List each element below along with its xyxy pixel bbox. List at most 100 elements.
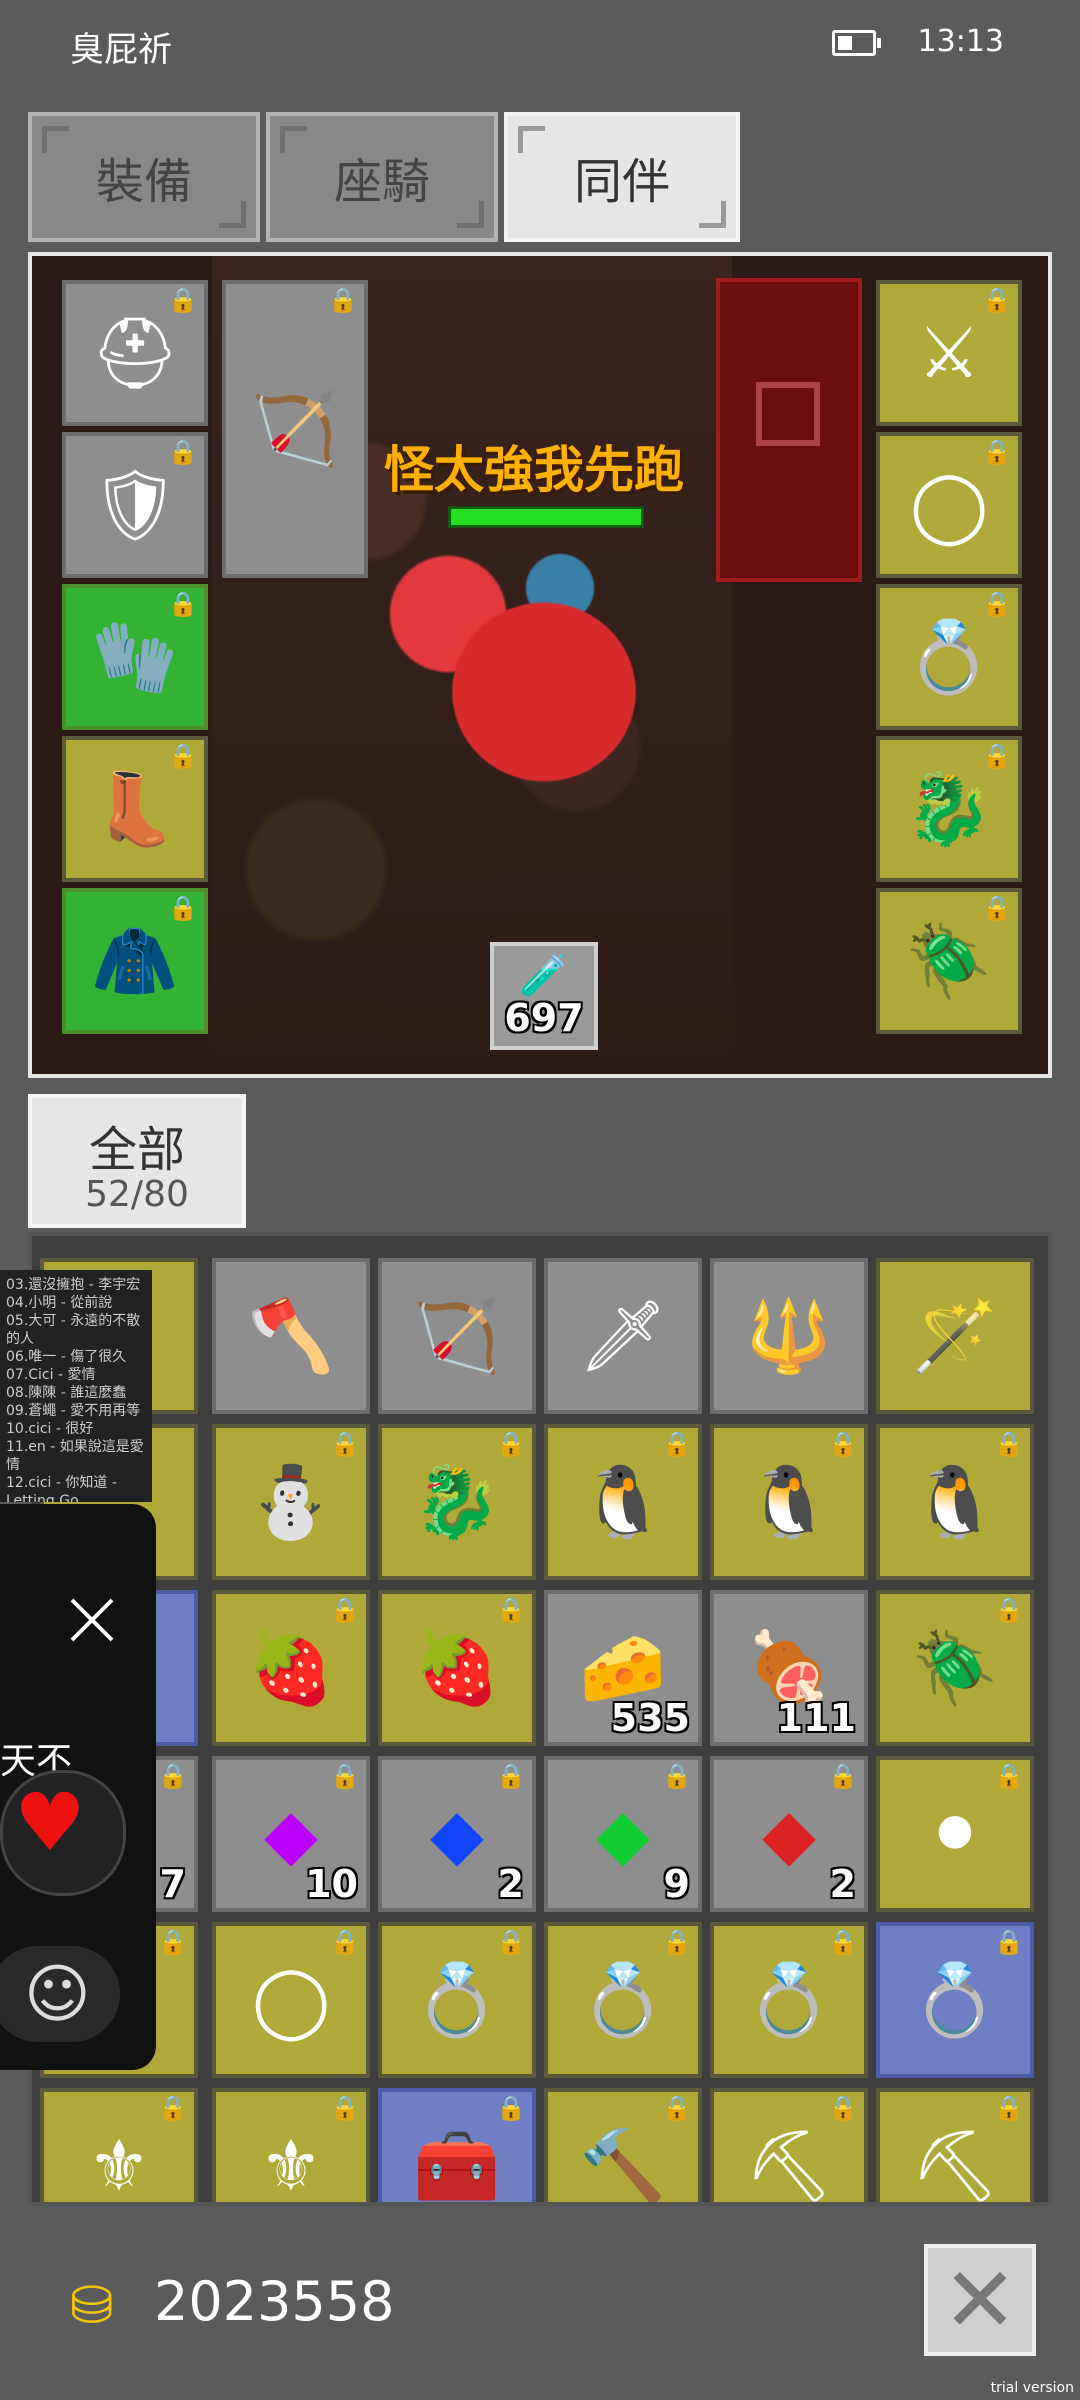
gold-amount: 2023558 — [154, 2270, 395, 2333]
inventory-slot[interactable]: 🔒 ◆ 2 — [710, 1756, 868, 1912]
equipment-panel: 🔒 ⛑ 🔒 🛡 🔒 🧤 🔒 👢 🔒 🧥 🔒 🏹 怪太強我先跑 🔒 ⚔ 🔒 ◯ 🔒 💍 🔒 🐉 🔒 🪲 … — [28, 252, 1052, 1078]
blue-gem-icon: ◆ — [430, 1793, 484, 1875]
pick-icon: ⛏ — [910, 2125, 1000, 2206]
black-ring-icon: ⚫ — [925, 1793, 985, 1875]
penguin-icon: 🐧 — [579, 1461, 667, 1543]
equip-slot-weapon[interactable]: 🔒 🏹 — [222, 280, 368, 578]
heart-icon: ♥ — [14, 1776, 86, 1869]
inventory-slot[interactable]: 🗡 — [544, 1258, 702, 1414]
tab-mount-label: 座騎 — [333, 154, 430, 210]
horned-helm-icon: ⚔ — [917, 312, 981, 394]
dragon-mount — [384, 536, 704, 796]
inventory-slot[interactable]: 🪓 — [212, 1258, 370, 1414]
item-count: 2 — [829, 1862, 856, 1906]
close-button[interactable]: ✕ — [924, 2244, 1036, 2356]
scarab-icon: 🪲 — [911, 1627, 999, 1709]
inventory-slot[interactable]: 🔒 🐧 — [544, 1424, 702, 1580]
filter-tab-all[interactable]: 全部 52/80 — [28, 1094, 246, 1228]
equip-slot-scarab[interactable]: 🔒 🪲 — [876, 888, 1022, 1034]
inventory-slot[interactable]: 🔒 💍 — [710, 1922, 868, 2078]
red-gem-icon: ◆ — [762, 1793, 816, 1875]
inventory-slot[interactable]: 🔒 ⛏ — [710, 2088, 868, 2202]
helmet-icon: ⛑ — [90, 312, 180, 394]
meat-icon: 🍖 — [745, 1627, 833, 1709]
inventory-slot[interactable]: 🔒 💍 — [544, 1922, 702, 2078]
inventory-slot[interactable]: 🧀 535 — [544, 1590, 702, 1746]
inventory-slot[interactable]: 🔒 🐉 — [378, 1424, 536, 1580]
equip-slot-cape[interactable]: 🔒 🧥 — [62, 888, 208, 1034]
inventory-slot[interactable]: 🔒 🐧 — [876, 1424, 1034, 1580]
battery-icon — [832, 30, 881, 56]
gloves-icon: 🧤 — [91, 616, 179, 698]
purple-ring-icon: 💍 — [413, 1959, 501, 2041]
trident-icon: 🔱 — [745, 1295, 833, 1377]
tab-companion[interactable]: 同伴 — [504, 112, 740, 242]
scarab-icon: 🪲 — [905, 920, 993, 1002]
inventory-slot[interactable]: 🔒 🔨 — [544, 2088, 702, 2202]
wand-icon: 🪄 — [911, 1295, 999, 1377]
inventory-slot[interactable]: 🔒 🍓 — [378, 1590, 536, 1746]
music-widget-card[interactable]: 03.還沒擁抱 - 李宇宏 04.小明 - 從前說 05.大可 - 永遠的不散的… — [0, 1270, 152, 1502]
inventory-slot[interactable]: 🔒◯ — [212, 1922, 370, 2078]
penguin-icon: 🐧 — [911, 1461, 999, 1543]
item-count: 7 — [159, 1862, 186, 1906]
potion-slot[interactable]: 🧪 697 — [490, 942, 598, 1050]
equip-slot-armor[interactable]: 🔒 🛡 — [62, 432, 208, 578]
light-ring-icon: ◯ — [251, 1959, 331, 2041]
inventory-slot[interactable]: 🔒 ⚜ — [40, 2088, 198, 2202]
inventory-slot[interactable]: 🪄 — [876, 1258, 1034, 1414]
potion-count: 697 — [504, 996, 584, 1040]
ring-icon: ◯ — [909, 464, 989, 546]
close-icon[interactable] — [62, 1590, 122, 1650]
sword-icon: 🗡 — [578, 1295, 668, 1377]
close-icon: ✕ — [942, 2247, 1018, 2353]
inventory-slot[interactable]: 🔒 🪲 — [876, 1590, 1034, 1746]
inventory-slot[interactable]: 🔒 ◆ 2 — [378, 1756, 536, 1912]
inventory-slot[interactable]: 🔒 🐧 — [710, 1424, 868, 1580]
inventory-grid: 🪓 🏹 🗡 🔱 🪄 🔒 ⛄ 🔒 🐉 🔒 🐧 🔒 🐧 🔒 🐧 🔒 🍓 🔒 🍓 🧀 535 🍖 111… — [28, 1232, 1052, 2206]
bow-icon: 🏹 — [251, 388, 339, 470]
potion-box-icon: 🧰 — [413, 2125, 501, 2206]
green-gem-icon: ◆ — [596, 1793, 650, 1875]
equip-slot-horned-helm[interactable]: 🔒 ⚔ — [876, 280, 1022, 426]
inventory-slot[interactable]: 🔒 ⚜ — [212, 2088, 370, 2206]
inventory-slot[interactable]: 🔒 ◆ 10 — [212, 1756, 370, 1912]
app-title: 臭屁祈 — [70, 30, 172, 70]
filter-label: 全部 — [88, 1122, 185, 1178]
inventory-slot[interactable]: 🍖 111 — [710, 1590, 868, 1746]
dragon-pet-icon: 🐉 — [905, 768, 993, 850]
inventory-slot[interactable]: 🔱 — [710, 1258, 868, 1414]
cheese-icon: 🧀 — [579, 1627, 667, 1709]
cape-icon: 🧥 — [91, 920, 179, 1002]
lyrics-text: 03.還沒擁抱 - 李宇宏 04.小明 - 從前說 05.大可 - 永遠的不散的… — [6, 1277, 144, 1502]
purple-gem-icon: ◆ — [264, 1793, 318, 1875]
fruit-card-icon: 🍓 — [247, 1627, 335, 1709]
inventory-slot[interactable]: 🔒 🧰 — [378, 2088, 536, 2206]
tab-equipment[interactable]: 裝備 — [28, 112, 260, 242]
potion-icon: 🧪 — [519, 953, 569, 999]
inventory-slot[interactable]: 🔒 ⛏ — [876, 2088, 1034, 2206]
companion-banner[interactable] — [716, 278, 862, 582]
item-count: 111 — [776, 1696, 856, 1740]
equip-slot-gloves[interactable]: 🔒 🧤 — [62, 584, 208, 730]
inventory-slot[interactable]: 🔒 💍 — [876, 1922, 1034, 2078]
inventory-slot[interactable]: 🔒 🍓 — [212, 1590, 370, 1746]
equip-slot-gold-ring[interactable]: 🔒 💍 — [876, 584, 1022, 730]
bow-icon: 🏹 — [413, 1295, 501, 1377]
tab-companion-label: 同伴 — [573, 154, 670, 210]
equip-slot-helmet[interactable]: 🔒 ⛑ — [62, 280, 208, 426]
horn-helm-icon: ⚜ — [259, 2125, 323, 2206]
inventory-slot[interactable]: 🔒 ◆ 9 — [544, 1756, 702, 1912]
inventory-slot[interactable]: 🏹 — [378, 1258, 536, 1414]
purple-ring-icon: 💍 — [579, 1959, 667, 2041]
equip-slot-ring[interactable]: 🔒 ◯ — [876, 432, 1022, 578]
equip-slot-boots[interactable]: 🔒 👢 — [62, 736, 208, 882]
item-count: 10 — [305, 1862, 358, 1906]
inventory-slot[interactable]: 🔒 ⛄ — [212, 1424, 370, 1580]
tab-mount[interactable]: 座騎 — [266, 112, 498, 242]
inventory-slot[interactable]: 🔒 ⚫ — [876, 1756, 1034, 1912]
gold-coins-icon: ⛁ — [70, 2276, 114, 2336]
inventory-slot[interactable]: 🔒 💍 — [378, 1922, 536, 2078]
equip-slot-pet[interactable]: 🔒 🐉 — [876, 736, 1022, 882]
monster-name: 怪太強我先跑 — [384, 441, 684, 499]
